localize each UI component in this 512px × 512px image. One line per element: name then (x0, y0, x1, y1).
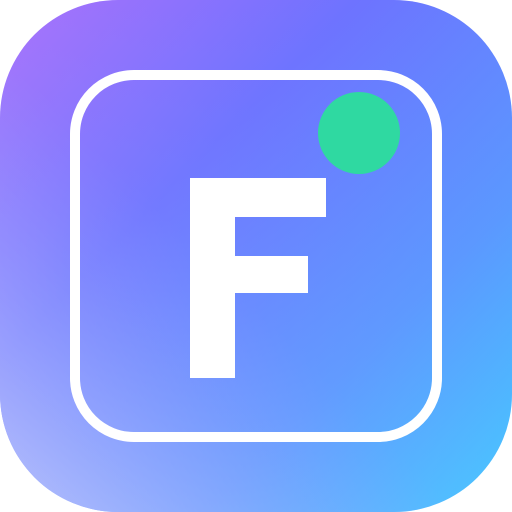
notification-dot-icon (318, 92, 400, 174)
app-icon[interactable]: F (0, 0, 512, 512)
letter-f-glyph: F (190, 178, 340, 378)
